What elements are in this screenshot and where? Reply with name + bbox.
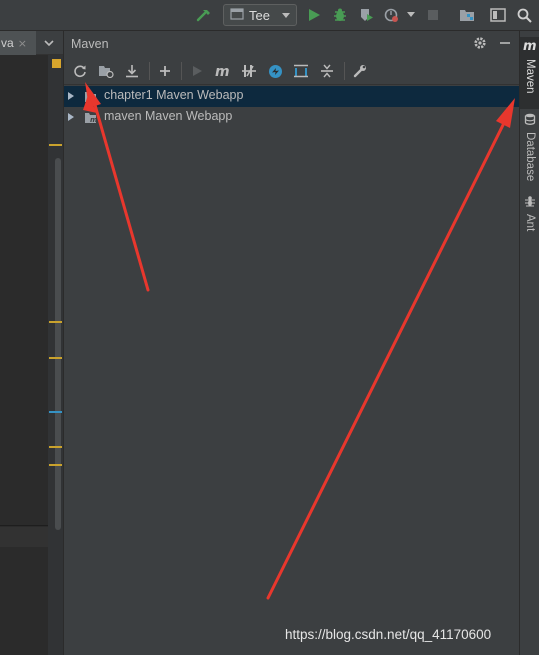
close-icon[interactable]: × [18,37,27,50]
warning-indicator[interactable] [52,59,61,68]
coverage-icon[interactable] [357,6,375,24]
warning-marker[interactable] [49,357,62,359]
run-configuration-select[interactable]: Tee [223,4,297,26]
editor-scrollbar[interactable] [55,158,61,530]
settings-wrench-icon[interactable] [351,62,369,80]
info-marker[interactable] [49,411,62,413]
expand-arrow-icon[interactable] [68,113,74,121]
profile-icon[interactable] [383,6,401,24]
collapse-all-icon[interactable] [318,62,336,80]
build-hammer-icon[interactable] [195,6,213,24]
tool-tab-label: Maven [524,59,536,94]
warning-marker[interactable] [49,464,62,466]
chevron-down-icon [282,12,290,18]
search-icon[interactable] [515,6,533,24]
run-config-label: Tee [249,7,270,23]
generate-sources-icon[interactable] [97,62,115,80]
editor-bottom-panel [0,527,48,547]
tree-item-label: chapter1 Maven Webapp [104,88,244,102]
maven-tool-window: Maven m m chapter1 Maven Webapp m maven … [63,31,520,655]
maven-project-icon: m [84,89,98,103]
minimize-icon[interactable] [498,36,512,50]
show-dependencies-icon[interactable] [292,62,310,80]
warning-marker[interactable] [49,446,62,448]
svg-text:m: m [90,95,97,103]
chevron-down-icon[interactable] [43,37,55,49]
toolbar-separator [344,62,345,80]
project-structure-icon[interactable] [458,6,476,24]
database-icon [524,113,536,128]
tool-tab-label: Database [524,132,536,182]
svg-text:m: m [523,39,537,51]
editor-tab[interactable]: va × [0,31,36,55]
tool-tab-label: Ant [524,214,536,232]
execute-goal-icon[interactable]: m [214,62,232,80]
gear-icon[interactable] [473,36,487,50]
run-icon[interactable] [305,6,323,24]
watermark: https://blog.csdn.net/qq_41170600 [285,627,492,642]
right-tool-strip: m Maven Database Ant [519,31,539,655]
warning-marker[interactable] [49,144,62,146]
toolbar-separator [149,62,150,80]
tool-tab-ant[interactable]: Ant [520,193,539,237]
tree-item-label: maven Maven Webapp [104,109,233,123]
reload-icon[interactable] [71,62,89,80]
add-icon[interactable] [156,62,174,80]
ant-icon [524,195,536,210]
chevron-down-icon[interactable] [402,6,420,24]
editor-area: va × [0,31,63,655]
editor-tab-bar: va × [0,31,63,55]
maven-toolbar: m [64,56,520,85]
skip-tests-icon[interactable] [266,62,284,80]
stop-icon[interactable] [424,6,442,24]
tree-row[interactable]: m chapter1 Maven Webapp [64,86,520,107]
maven-project-icon: m [84,110,98,124]
debug-icon[interactable] [331,6,349,24]
maven-icon: m [523,39,537,54]
warning-marker[interactable] [49,321,62,323]
main-toolbar: Tee [0,0,539,31]
panel-title: Maven [71,36,109,51]
tree-row[interactable]: m maven Maven Webapp [64,107,520,128]
expand-arrow-icon[interactable] [68,92,74,100]
tool-tab-database[interactable]: Database [520,111,539,183]
run-maven-build-icon[interactable] [188,62,206,80]
editor-tab-label: va [1,36,14,50]
toolbar-separator [181,62,182,80]
toggle-offline-icon[interactable] [240,62,258,80]
svg-text:m: m [215,64,230,78]
tool-tab-maven[interactable]: m Maven [520,37,539,109]
maven-projects-tree: m chapter1 Maven Webapp m maven Maven We… [64,86,520,128]
download-icon[interactable] [123,62,141,80]
presentation-icon[interactable] [489,6,507,24]
divider [0,525,48,526]
run-config-icon [230,7,244,23]
maven-panel-header: Maven [64,31,520,56]
svg-text:m: m [90,116,97,124]
